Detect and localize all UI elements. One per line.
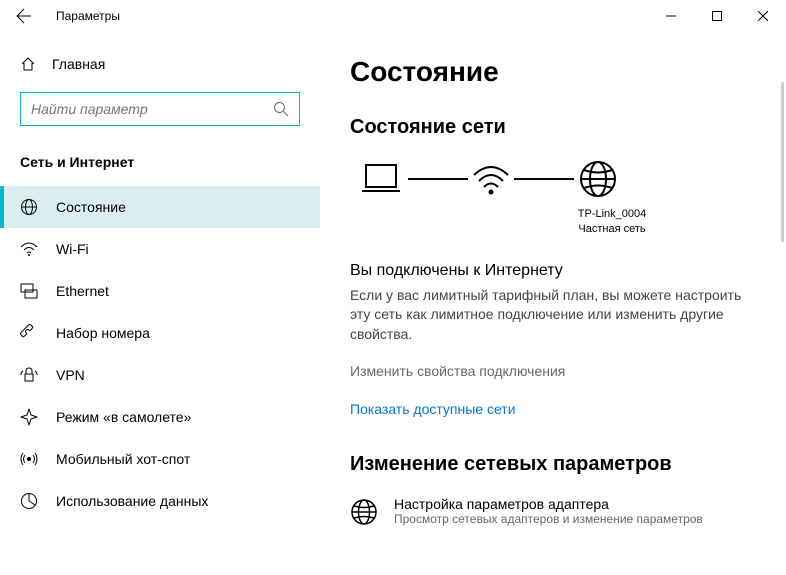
- titlebar: Параметры: [0, 0, 786, 32]
- scrollbar[interactable]: [781, 82, 784, 242]
- sidebar-item-label: Режим «в самолете»: [56, 409, 191, 425]
- search-box[interactable]: [20, 92, 300, 126]
- minimize-icon: [666, 11, 676, 21]
- sidebar-item-label: Набор номера: [56, 325, 150, 341]
- network-diagram: [358, 159, 756, 199]
- show-networks-link[interactable]: Показать доступные сети: [350, 401, 756, 417]
- connection-line: [514, 178, 574, 180]
- connected-description: Если у вас лимитный тарифный план, вы мо…: [350, 286, 750, 345]
- sidebar-item-hotspot[interactable]: Мобильный хот-спот: [0, 438, 320, 480]
- sidebar-item-airplane[interactable]: Режим «в самолете»: [0, 396, 320, 438]
- window-controls: [648, 0, 786, 32]
- sidebar-item-label: Wi-Fi: [56, 241, 89, 257]
- laptop-icon: [358, 161, 404, 197]
- sidebar-item-wifi[interactable]: Wi-Fi: [0, 228, 320, 270]
- vpn-icon: [20, 366, 38, 384]
- sidebar-item-status[interactable]: Состояние: [0, 186, 320, 228]
- page-title: Состояние: [350, 56, 756, 88]
- search-icon: [273, 101, 289, 117]
- back-button[interactable]: [0, 0, 48, 32]
- network-labels: TP-Link_0004 Частная сеть: [468, 207, 756, 238]
- ethernet-icon: [20, 282, 38, 300]
- change-properties-link[interactable]: Изменить свойства подключения: [350, 363, 756, 379]
- globe-icon: [578, 159, 618, 199]
- status-section-title: Состояние сети: [350, 116, 756, 139]
- sidebar-item-dialup[interactable]: Набор номера: [0, 312, 320, 354]
- hotspot-icon: [20, 450, 38, 468]
- sidebar-item-label: Использование данных: [56, 493, 208, 509]
- sidebar: Главная Сеть и Интернет Состояние Wi-Fi …: [0, 32, 320, 575]
- adapter-description: Просмотр сетевых адаптеров и изменение п…: [394, 512, 703, 526]
- wifi-signal-icon: [472, 161, 510, 197]
- status-icon: [20, 198, 38, 216]
- adapter-globe-icon: [350, 498, 378, 526]
- connection-line: [408, 178, 468, 180]
- close-button[interactable]: [740, 0, 786, 32]
- dialup-icon: [20, 324, 38, 342]
- window-title: Параметры: [48, 9, 648, 23]
- close-icon: [758, 11, 768, 21]
- sidebar-item-label: VPN: [56, 367, 85, 383]
- category-title: Сеть и Интернет: [0, 146, 320, 186]
- main-panel: Состояние Состояние сети TP-Link_0004 Ча…: [320, 32, 786, 575]
- sidebar-item-datausage[interactable]: Использование данных: [0, 480, 320, 522]
- home-icon: [20, 56, 36, 72]
- arrow-left-icon: [16, 8, 32, 24]
- sidebar-item-label: Ethernet: [56, 283, 109, 299]
- network-name: TP-Link_0004: [468, 207, 756, 222]
- adapter-title: Настройка параметров адаптера: [394, 496, 703, 512]
- wifi-icon: [20, 240, 38, 258]
- sidebar-item-ethernet[interactable]: Ethernet: [0, 270, 320, 312]
- airplane-icon: [20, 408, 38, 426]
- network-type: Частная сеть: [468, 222, 756, 237]
- maximize-button[interactable]: [694, 0, 740, 32]
- maximize-icon: [712, 11, 722, 21]
- connected-title: Вы подключены к Интернету: [350, 262, 756, 280]
- search-input[interactable]: [31, 101, 273, 117]
- datausage-icon: [20, 492, 38, 510]
- sidebar-item-label: Мобильный хот-спот: [56, 451, 190, 467]
- sidebar-item-label: Состояние: [56, 199, 126, 215]
- minimize-button[interactable]: [648, 0, 694, 32]
- home-link[interactable]: Главная: [0, 48, 320, 80]
- sidebar-item-vpn[interactable]: VPN: [0, 354, 320, 396]
- home-label: Главная: [52, 56, 105, 72]
- change-settings-title: Изменение сетевых параметров: [350, 453, 756, 476]
- adapter-settings-row[interactable]: Настройка параметров адаптера Просмотр с…: [350, 496, 756, 526]
